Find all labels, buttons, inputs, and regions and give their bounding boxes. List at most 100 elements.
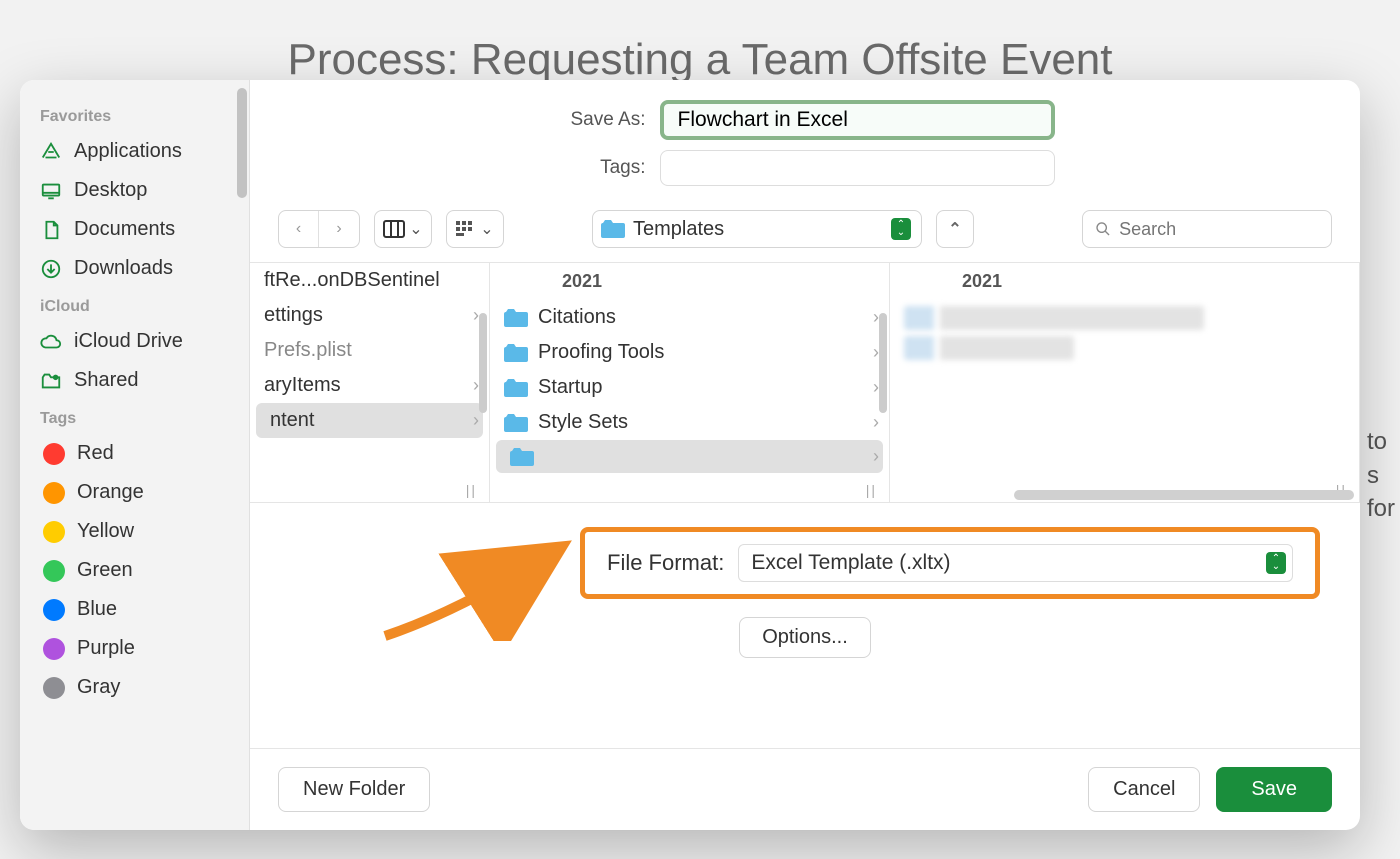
tag-red[interactable]: Red [20, 434, 249, 473]
list-item[interactable]: aryItems› [250, 368, 489, 403]
purple-dot-icon [43, 638, 65, 660]
tags-header: Tags [20, 400, 249, 434]
search-box[interactable] [1082, 210, 1332, 248]
chevron-right-icon: › [873, 446, 879, 467]
sidebar-item-documents[interactable]: Documents [20, 210, 249, 249]
chevron-right-icon: › [473, 410, 479, 431]
sidebar-item-icloud-drive[interactable]: iCloud Drive [20, 322, 249, 361]
chevron-right-icon: › [873, 412, 879, 433]
view-columns-button[interactable]: ⌄ [374, 210, 432, 248]
list-item[interactable]: Style Sets› [490, 405, 889, 440]
options-button[interactable]: Options... [739, 617, 871, 658]
search-input[interactable] [1119, 219, 1319, 240]
blue-dot-icon [43, 599, 65, 621]
toolbar: ‹ › ⌄ ⌄ Templates [250, 204, 1360, 263]
chevron-down-icon: ⌄ [480, 219, 493, 239]
view-grid-button[interactable]: ⌄ [446, 210, 504, 248]
column-3-header: 2021 [890, 263, 1359, 300]
resize-handle-icon[interactable]: || [866, 482, 877, 498]
select-stepper-icon [1266, 552, 1286, 574]
yellow-dot-icon [43, 521, 65, 543]
sidebar: Favorites Applications Desktop Documents… [20, 80, 250, 830]
back-button[interactable]: ‹ [279, 211, 319, 247]
sidebar-item-desktop[interactable]: Desktop [20, 171, 249, 210]
list-item[interactable]: Startup› [490, 370, 889, 405]
file-format-highlight: File Format: Excel Template (.xltx) [580, 527, 1320, 599]
tag-label: Blue [77, 598, 117, 621]
redacted-item [904, 306, 1204, 330]
list-item[interactable]: ftRe...onDBSentinel [250, 263, 489, 298]
location-dropdown[interactable]: Templates [592, 210, 922, 248]
file-format-select[interactable]: Excel Template (.xltx) [738, 544, 1293, 582]
expand-button[interactable]: ⌃ [936, 210, 974, 248]
cloud-icon [40, 331, 62, 353]
list-item[interactable]: Prefs.plist [250, 333, 489, 368]
list-item[interactable]: Citations› [490, 300, 889, 335]
folder-icon [510, 447, 534, 467]
tag-label: Yellow [77, 520, 134, 543]
save-as-input[interactable] [660, 100, 1055, 140]
list-item[interactable]: Proofing Tools› [490, 335, 889, 370]
tag-purple[interactable]: Purple [20, 629, 249, 668]
column-2: 2021 Citations› Proofing Tools› Startup›… [490, 263, 890, 502]
tag-yellow[interactable]: Yellow [20, 512, 249, 551]
sidebar-item-label: Applications [74, 140, 182, 163]
tag-label: Red [77, 442, 114, 465]
horizontal-scrollbar[interactable] [1014, 490, 1354, 500]
sidebar-item-label: Shared [74, 369, 139, 392]
list-item-selected[interactable]: ntent› [256, 403, 483, 438]
location-stepper-icon [891, 218, 911, 240]
columns-view-icon [383, 220, 405, 238]
column-2-header: 2021 [490, 263, 889, 300]
shared-folder-icon [40, 370, 62, 392]
orange-dot-icon [43, 482, 65, 504]
sidebar-item-label: iCloud Drive [74, 330, 183, 353]
gray-dot-icon [43, 677, 65, 699]
save-as-label: Save As: [556, 109, 646, 131]
chevron-left-icon: ‹ [296, 220, 301, 238]
new-folder-button[interactable]: New Folder [278, 767, 430, 812]
file-format-value: Excel Template (.xltx) [751, 551, 950, 575]
annotation-arrow-icon [380, 521, 580, 641]
tag-label: Orange [77, 481, 144, 504]
desktop-icon [40, 180, 62, 202]
nav-back-forward: ‹ › [278, 210, 360, 248]
sidebar-item-shared[interactable]: Shared [20, 361, 249, 400]
folder-icon [504, 308, 528, 328]
column-scrollbar[interactable] [879, 313, 887, 413]
sidebar-scrollbar[interactable] [237, 88, 247, 198]
folder-icon [601, 219, 625, 239]
sidebar-item-downloads[interactable]: Downloads [20, 249, 249, 288]
column-3: 2021 || [890, 263, 1360, 502]
sidebar-item-applications[interactable]: Applications [20, 132, 249, 171]
tag-orange[interactable]: Orange [20, 473, 249, 512]
bottom-panel: File Format: Excel Template (.xltx) Opti… [250, 503, 1360, 668]
folder-icon [504, 413, 528, 433]
downloads-icon [40, 258, 62, 280]
tag-blue[interactable]: Blue [20, 590, 249, 629]
red-dot-icon [43, 443, 65, 465]
forward-button[interactable]: › [319, 211, 359, 247]
tag-label: Purple [77, 637, 135, 660]
save-button[interactable]: Save [1216, 767, 1332, 812]
resize-handle-icon[interactable]: || [466, 482, 477, 498]
tag-green[interactable]: Green [20, 551, 249, 590]
column-1: ftRe...onDBSentinel ettings› Prefs.plist… [250, 263, 490, 502]
column-scrollbar[interactable] [479, 313, 487, 413]
location-name: Templates [633, 218, 883, 241]
file-format-label: File Format: [607, 550, 724, 576]
tag-gray[interactable]: Gray [20, 668, 249, 707]
column-browser: ftRe...onDBSentinel ettings› Prefs.plist… [250, 263, 1360, 503]
sidebar-item-label: Downloads [74, 257, 173, 280]
cancel-button[interactable]: Cancel [1088, 767, 1200, 812]
dialog-footer: New Folder Cancel Save [250, 748, 1360, 830]
icloud-header: iCloud [20, 288, 249, 322]
save-dialog: Favorites Applications Desktop Documents… [20, 80, 1360, 830]
tag-label: Gray [77, 676, 120, 699]
tags-input[interactable] [660, 150, 1055, 186]
list-item[interactable]: ettings› [250, 298, 489, 333]
applications-icon [40, 141, 62, 163]
folder-icon [504, 378, 528, 398]
tags-label: Tags: [556, 157, 646, 179]
list-item-selected[interactable]: › [496, 440, 883, 473]
